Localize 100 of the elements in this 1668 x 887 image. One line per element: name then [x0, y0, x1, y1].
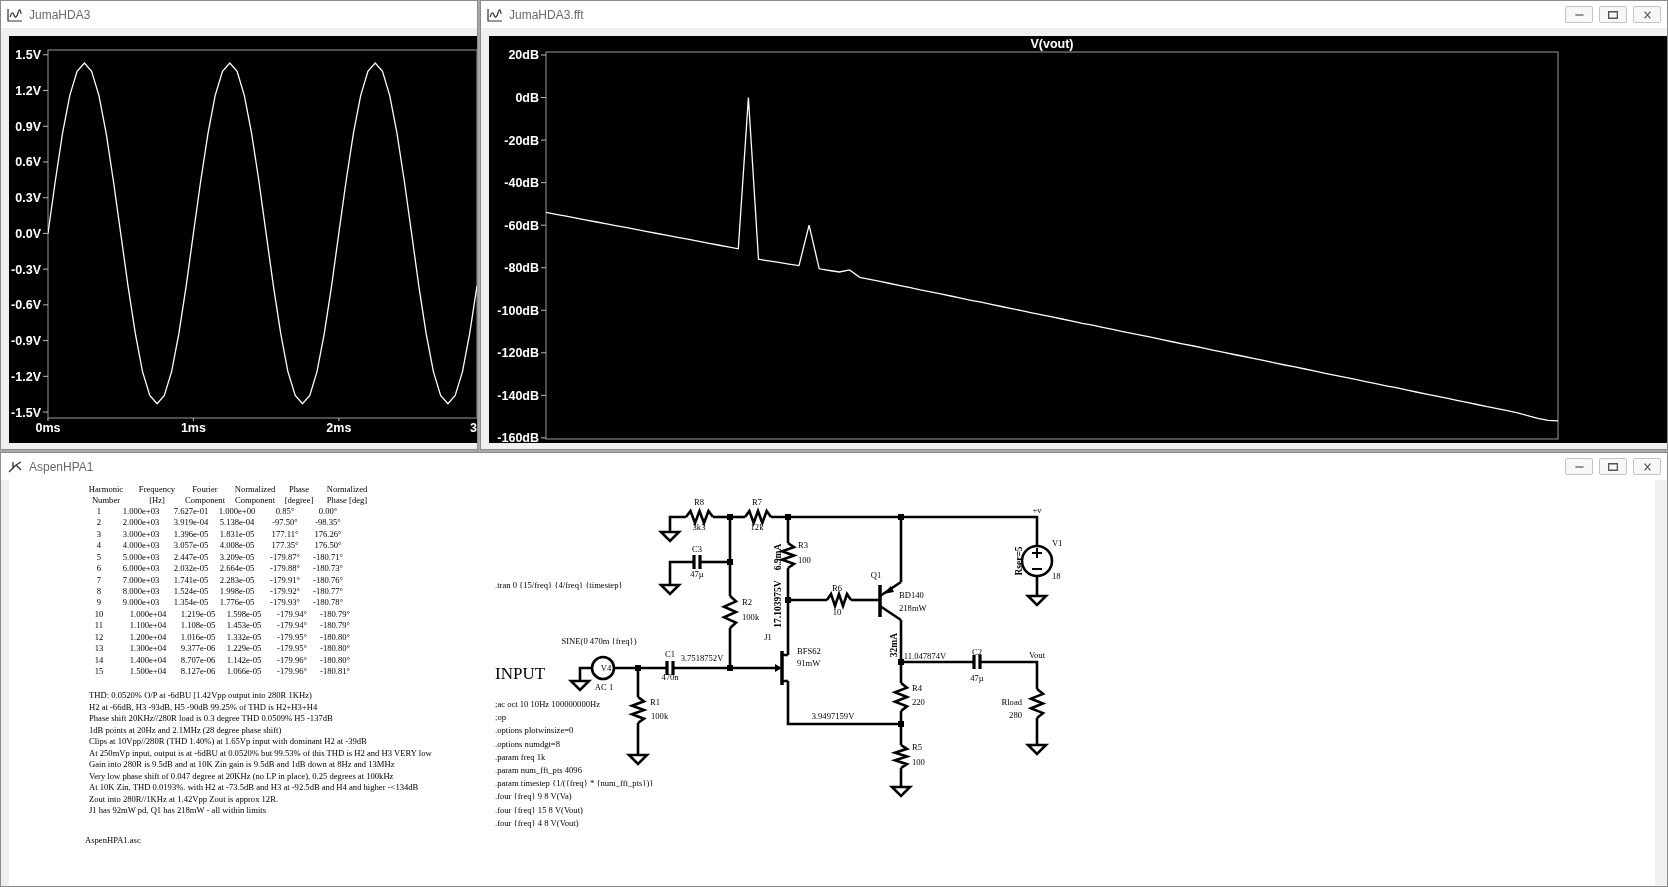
axis-tick-label: -0.9V	[11, 334, 41, 349]
tick-mark	[540, 394, 547, 396]
axis-tick-label: 2ms	[326, 421, 352, 435]
component-ref: C1	[665, 649, 675, 659]
component-ref: R8	[694, 497, 704, 507]
component-value: 100	[798, 555, 811, 565]
table-cell: 0.00°	[318, 506, 338, 516]
waveform-icon	[7, 7, 23, 22]
table-cell: 1.453e-05	[226, 620, 262, 631]
wire	[1035, 576, 1039, 596]
axis-tick-label: 0.3V	[15, 191, 41, 206]
close-button[interactable]	[1633, 458, 1661, 475]
axis-tick-label: -1.2V	[11, 369, 41, 384]
table-header: Number	[91, 495, 121, 505]
table-cell: 3.057e-05	[173, 540, 209, 551]
component-value: 47µ	[690, 569, 704, 579]
component-value: BFS62	[797, 646, 821, 656]
note-text: At 250mVp input, output is at -6dBU at 0.0520% but 99.53% of this THD is H2 and H3 VERY low	[89, 747, 432, 758]
close-icon	[1643, 462, 1651, 471]
resistor-symbol	[720, 595, 740, 629]
axis-tick-label: 0.9V	[15, 119, 41, 134]
table-cell: 7.627e-01	[173, 506, 209, 516]
note-text: H2 at -66dB, H3 -93dB, H5 -90dB 99.25% of THD is H2+H3+H4	[89, 701, 318, 712]
component-ref: R3	[798, 540, 809, 550]
table-cell: 11	[94, 620, 104, 631]
component-value: 47µ	[970, 673, 984, 683]
wire	[636, 723, 640, 755]
close-button[interactable]	[1633, 6, 1661, 23]
tick-mark	[42, 197, 49, 199]
table-cell: 13	[94, 643, 104, 654]
note-text: THD: 0.0520% O/P at -6dBU [1.42Vpp output into 280R 1KHz)	[89, 690, 312, 700]
table-cell: 14	[94, 654, 104, 665]
tick-mark	[540, 139, 547, 141]
maximize-button[interactable]	[1599, 458, 1627, 475]
table-cell: 1.396e-05	[173, 528, 209, 539]
tick-mark	[42, 232, 49, 234]
note-text: J1 has 92mW pd, Q1 has 218mW - all within limits	[89, 805, 267, 815]
table-cell: -180.81°	[320, 666, 350, 676]
table-cell: 2.664e-05	[219, 563, 255, 574]
component-note: 218mW	[899, 603, 927, 613]
table-cell: -179.96°	[277, 654, 307, 665]
table-cell: 1.200e+04	[129, 631, 167, 642]
axis-tick-label: -160dB	[497, 431, 539, 443]
table-cell: 2	[96, 517, 102, 528]
note-text: Very low phase shift of 0.047 degree at 20KHz (no LP in place), 0.25 degrees at 100kHz	[89, 770, 394, 781]
tick-mark	[540, 352, 547, 354]
voltage-source-symbol	[1020, 544, 1054, 578]
component-note: AC 1	[594, 682, 614, 692]
table-cell: 1.741e-05	[173, 574, 209, 585]
table-cell: -179.93°	[270, 597, 300, 608]
table-cell: 2.000e+03	[122, 517, 160, 528]
axis-tick-label: 20dB	[508, 48, 539, 63]
axis-tick-label: 0dB	[515, 91, 539, 106]
maximize-icon	[1608, 10, 1618, 19]
table-cell: 7.000e+03	[122, 574, 160, 585]
voltage-source-symbol	[590, 655, 616, 681]
table-cell: 1.000e+03	[122, 506, 160, 516]
maximize-button[interactable]	[1599, 6, 1627, 23]
table-cell: 176.50°	[314, 540, 342, 551]
waveform-icon	[487, 7, 503, 22]
table-cell: 6.000e+03	[122, 563, 160, 574]
table-cell: -180.73°	[313, 563, 343, 574]
table-cell: -98.35°	[315, 517, 341, 528]
ground-symbol	[625, 753, 651, 766]
table-cell: -180.80°	[320, 654, 350, 665]
table-cell: -180.71°	[313, 551, 343, 562]
minimize-button[interactable]	[1565, 458, 1593, 475]
ground-symbol	[567, 679, 593, 692]
table-cell: -180.78°	[313, 597, 343, 608]
component-ref: Rload	[1001, 697, 1022, 707]
component-value: BD140	[899, 590, 924, 600]
table-cell: 9.377e-06	[180, 643, 216, 654]
table-cell: 1.500e+04	[129, 666, 167, 676]
minimize-button[interactable]	[1565, 6, 1593, 23]
tick-mark	[338, 417, 340, 422]
tick-mark	[42, 90, 49, 91]
table-cell: 8.127e-06	[180, 666, 216, 676]
axis-tick-label: 0ms	[35, 421, 61, 435]
table-cell: 15	[94, 666, 104, 676]
table-cell: 177.35°	[271, 540, 299, 551]
table-cell: 4.000e+03	[122, 540, 160, 551]
axis-tick-label: -60dB	[504, 218, 539, 233]
resistor-symbol	[1027, 688, 1047, 719]
component-value: 100	[912, 757, 925, 767]
minimize-icon	[1574, 13, 1584, 16]
component-value: 3k3	[692, 522, 706, 532]
wire	[981, 660, 1039, 689]
table-cell: 4	[96, 540, 102, 551]
probe-label: 17.103975V	[773, 580, 783, 628]
axis-tick-label: -20dB	[504, 133, 539, 148]
ground-symbol	[657, 583, 683, 596]
spice-directive: .tran 0 {15/freq} {4/freq} {timestep}	[495, 580, 623, 590]
component-ref: J1	[764, 632, 772, 642]
table-cell: -179.94°	[277, 608, 307, 619]
table-cell: 3.209e-05	[219, 551, 255, 562]
spice-directive: ;op	[495, 712, 506, 723]
component-ref: V4	[600, 663, 612, 673]
table-cell: 8	[96, 586, 102, 596]
table-cell: 1.598e-05	[226, 608, 262, 619]
wire	[899, 768, 903, 787]
